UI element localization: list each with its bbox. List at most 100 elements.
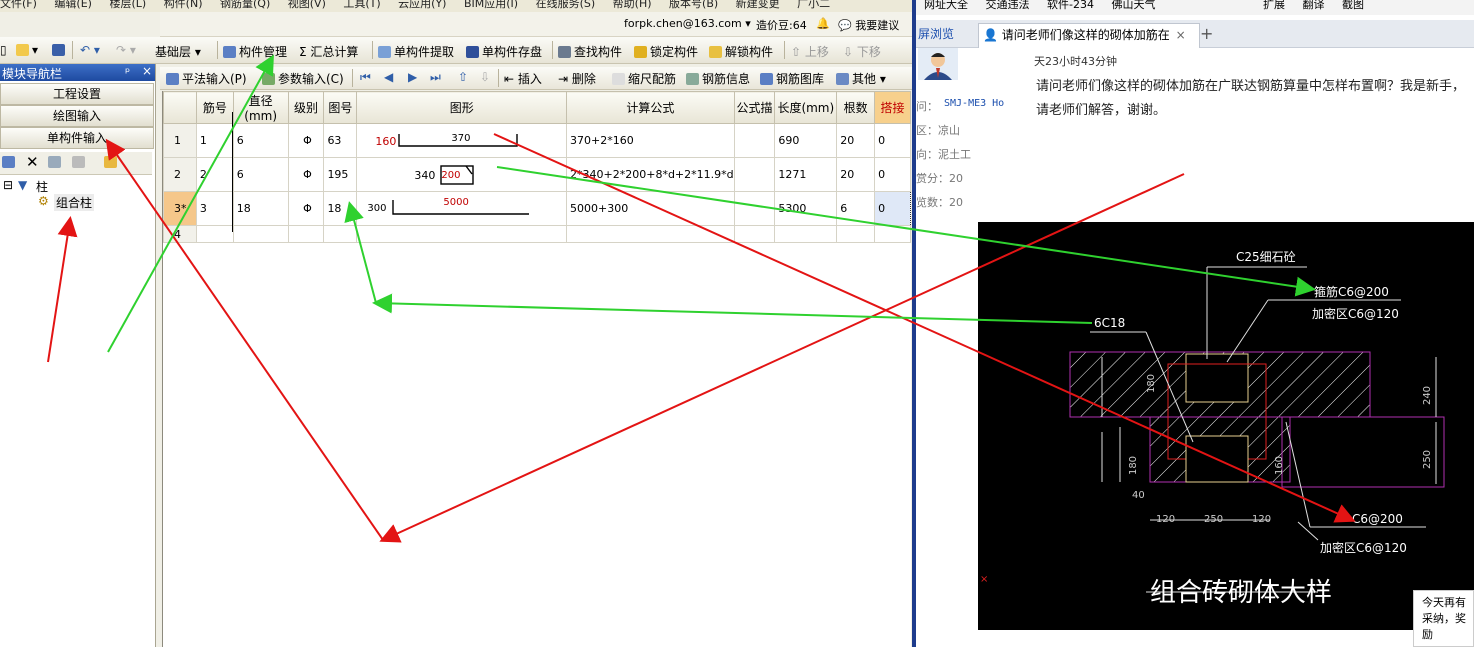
tab-question[interactable]: 👤 请问老师们像这样的砌体加筋在 × [978,23,1200,48]
col-header-shape[interactable]: 图形 [356,91,568,124]
menu-help[interactable]: 帮助(H) [613,0,652,10]
undo-icon[interactable]: ↶ ▾ [80,43,100,57]
cell-length[interactable]: 5300 [774,191,838,226]
cell-figure-no[interactable]: 195 [323,157,358,192]
redo-icon[interactable]: ↷ ▾ [116,43,136,57]
move-up-button[interactable]: ⇧ 上移 [791,43,829,60]
next-record-icon[interactable]: ▶ [408,70,417,84]
nav-single-component-input[interactable]: 单构件输入 [0,127,154,149]
cell-formula-desc[interactable] [733,157,776,192]
col-header-formula-desc[interactable]: 公式描 [733,91,776,124]
pin-icon[interactable]: ᵖ [125,65,130,79]
notice-popup[interactable]: 今天再有 采纳，奖励 [1413,590,1474,647]
table-row[interactable]: 1 1 6 Φ 63 160 370 370+2*160 690 20 0 [163,123,911,158]
cell-lap[interactable] [874,225,911,243]
cell-lap[interactable]: 0 [874,123,911,158]
cell-bar-no[interactable]: 2 [195,157,234,192]
cell-formula[interactable]: 5000+300 [566,191,735,226]
tab-previous[interactable]: 屏浏览 [916,23,974,47]
fav-traffic[interactable]: 交通违法 [986,0,1030,11]
row-number[interactable]: 3* [163,191,197,226]
asker-name[interactable]: SMJ-ME3 Ho [944,98,1004,109]
suggest-link[interactable]: 💬 我要建议 [838,17,899,33]
shape-dim-hook[interactable]: 300 [367,203,386,214]
insert-button[interactable]: ⇤ 插入 [504,70,542,87]
store-button[interactable]: 单构件存盘 [466,43,542,60]
cell-formula-desc[interactable] [733,191,776,226]
cell-grade[interactable]: Φ [287,191,325,226]
new-file-icon[interactable]: ▯ [0,43,7,57]
new-tab-button[interactable]: + [1200,23,1213,47]
cell-formula[interactable]: 2*340+2*200+8*d+2*11.9*d [566,157,735,192]
other-menu-button[interactable]: 其他 ▾ [836,70,886,87]
cell-bar-no[interactable]: 3 [195,191,234,226]
menu-tools[interactable]: 工具(T) [343,0,380,10]
delete-row-button[interactable]: ⇥ 删除 [558,70,596,87]
nav-drawing-input[interactable]: 绘图输入 [0,105,154,127]
cell-count[interactable]: 20 [836,123,876,158]
cell-shape[interactable]: 340 200 [356,157,568,192]
table-row[interactable]: 4 [163,225,911,243]
paste-icon[interactable] [72,155,88,169]
folder-icon[interactable] [104,155,120,169]
prev-record-icon[interactable]: ◀ [384,70,393,84]
menu-component[interactable]: 构件(N) [164,0,203,10]
list-icon[interactable] [2,155,18,169]
fav-weather[interactable]: 佛山天气 [1111,0,1155,11]
shape-dim-height[interactable]: 200 [441,170,460,181]
menu-file[interactable]: 文件(F) [0,0,37,10]
tab-close-icon[interactable]: × [1176,28,1186,42]
menu-view[interactable]: 视图(V) [288,0,326,10]
rebar-info-button[interactable]: 钢筋信息 [686,70,750,87]
cell-formula-desc[interactable] [733,225,776,243]
cell-count[interactable]: 6 [836,191,876,226]
close-icon[interactable]: × [142,64,152,78]
menu-floor[interactable]: 楼层(L) [109,0,146,10]
cell-figure-no[interactable] [323,225,358,243]
cell-lap[interactable]: 0 [874,191,911,226]
col-header-formula[interactable]: 计算公式 [566,91,735,124]
copy-icon[interactable] [48,155,64,169]
cell-formula[interactable]: 370+2*160 [566,123,735,158]
row-number[interactable]: 2 [163,157,197,192]
cell-formula[interactable] [566,225,735,243]
cell-formula-desc[interactable] [733,123,776,158]
menu-assistant[interactable]: 广小二 [797,0,830,10]
fav-extensions[interactable]: 扩展 [1263,0,1285,11]
sum-calc-button[interactable]: Σ 汇总计算 [299,43,358,60]
move-down-button[interactable]: ⇩ 下移 [843,43,881,60]
cell-diameter[interactable]: 6 [232,157,289,192]
fav-site-directory[interactable]: 网址大全 [924,0,968,11]
cell-diameter[interactable]: 6 [232,123,289,158]
menu-cloud[interactable]: 云应用(Y) [398,0,446,10]
col-header-figure-no[interactable]: 图号 [323,91,358,124]
fav-screenshot[interactable]: 截图 [1342,0,1364,11]
nav-project-settings[interactable]: 工程设置 [0,83,154,105]
row-number[interactable]: 4 [163,225,197,243]
row-number[interactable]: 1 [163,123,197,158]
cell-lap[interactable]: 0 [874,157,911,192]
table-row[interactable]: 2 2 6 Φ 195 340 200 2*340+2*200+8*d+2*11… [163,157,911,192]
lock-button[interactable]: 锁定构件 [634,43,698,60]
cell-figure-no[interactable]: 18 [323,191,358,226]
cell-length[interactable] [774,225,838,243]
scale-rebar-button[interactable]: 缩尺配筋 [612,70,676,87]
col-header-grade[interactable]: 级别 [287,91,325,124]
component-manage-button[interactable]: 构件管理 [223,43,287,60]
fav-software[interactable]: 软件-234 [1047,0,1094,11]
extract-button[interactable]: 单构件提取 [378,43,454,60]
cell-bar-no[interactable] [195,225,234,243]
tree-node-column[interactable]: 柱 [36,178,48,195]
find-button[interactable]: 查找构件 [558,43,622,60]
cell-shape[interactable]: 300 5000 [356,191,568,226]
shape-dim-leg[interactable]: 160 [375,135,396,148]
delete-icon[interactable]: ✕ [26,153,39,171]
cell-shape[interactable] [356,225,568,243]
first-record-icon[interactable]: ⏮ [360,70,371,85]
cell-grade[interactable]: Φ [287,157,325,192]
cell-grade[interactable]: Φ [287,123,325,158]
menu-version[interactable]: 版本号(B) [669,0,718,10]
account-dropdown[interactable]: forpk.chen@163.com ▾ [624,17,751,30]
rebar-library-button[interactable]: 钢筋图库 [760,70,824,87]
shape-dim-width[interactable]: 340 [414,169,435,182]
